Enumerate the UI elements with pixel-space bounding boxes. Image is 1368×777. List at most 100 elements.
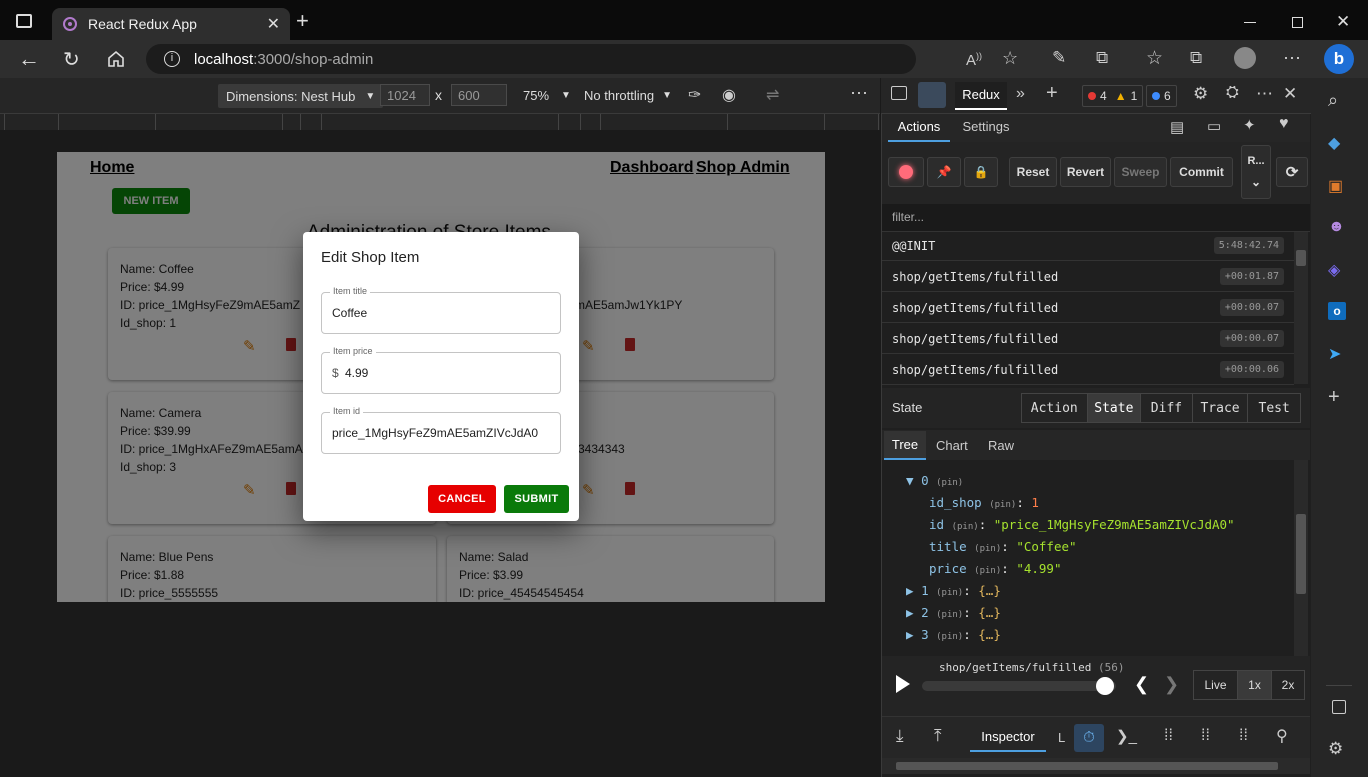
device-toggle-icon[interactable] <box>918 82 946 108</box>
rotate-icon[interactable]: ⇌ <box>766 85 779 105</box>
broadcast-icon[interactable]: ⚲ <box>1276 726 1288 746</box>
issues-count[interactable]: 6 <box>1146 85 1177 107</box>
item-title-field[interactable]: Item title Coffee <box>321 286 561 334</box>
width-input[interactable]: 1024 <box>380 84 430 106</box>
zoom-select[interactable]: 75% ▼ <box>523 88 571 103</box>
add-sidebar-app-icon[interactable]: + <box>1328 386 1348 408</box>
r-menu-button[interactable]: R... ⌄ <box>1241 145 1271 199</box>
settings-gear-icon[interactable]: ⚙ <box>1193 84 1208 104</box>
inspect-icon[interactable] <box>891 86 907 100</box>
avatar[interactable] <box>1234 47 1256 69</box>
speed-2x-button[interactable]: 2x <box>1272 671 1304 699</box>
height-input[interactable]: 600 <box>451 84 507 106</box>
reader-icon[interactable]: ▤ <box>1170 118 1184 136</box>
close-window-icon[interactable]: ✕ <box>1336 12 1350 32</box>
more-tabs-icon[interactable]: » <box>1016 85 1025 103</box>
tab-actions[interactable]: Actions <box>888 114 950 142</box>
revert-button[interactable]: Revert <box>1060 157 1111 187</box>
send-icon[interactable]: ➤ <box>1328 344 1348 364</box>
heart-icon[interactable]: ♥ <box>1279 115 1289 133</box>
item-price-field[interactable]: Item price $ 4.99 <box>321 346 561 394</box>
vision-icon[interactable]: ◉ <box>722 85 736 105</box>
tab-inspector[interactable]: Inspector <box>970 722 1046 752</box>
tree-leaf[interactable]: id_shop (pin): 1 <box>929 495 1039 510</box>
bing-icon[interactable]: b <box>1324 44 1354 74</box>
action-row[interactable]: shop/getItems/fulfilled +00:00.07 <box>882 293 1294 323</box>
filter-input[interactable]: filter... <box>882 204 1310 232</box>
url-field[interactable]: i localhost:3000/shop-admin <box>146 44 916 74</box>
new-tab-icon[interactable]: + <box>296 10 309 32</box>
speed-1x-button[interactable]: 1x <box>1238 671 1272 699</box>
tab-redux[interactable]: Redux <box>955 82 1007 110</box>
read-aloud-icon[interactable]: A)) <box>966 51 982 69</box>
action-row[interactable]: shop/getItems/fulfilled +00:00.06 <box>882 355 1294 385</box>
minimize-icon[interactable] <box>1244 22 1256 23</box>
tab-tree[interactable]: Tree <box>884 431 926 460</box>
add-tool-icon[interactable]: + <box>1046 82 1058 105</box>
import-icon[interactable]: ⤓ <box>896 726 904 746</box>
restore-icon[interactable] <box>1292 17 1303 28</box>
tree-node[interactable]: ▼ 0 (pin) <box>906 473 963 488</box>
record-button[interactable] <box>888 157 924 187</box>
step-back-icon[interactable]: ❮ <box>1134 674 1149 695</box>
tab-raw[interactable]: Raw <box>988 438 1014 453</box>
export-icon[interactable]: ⤒ <box>934 726 942 746</box>
tree-node[interactable]: ▶ 3 (pin): {…} <box>906 627 1001 642</box>
pen-icon[interactable]: ✎ <box>1052 48 1066 68</box>
customize-icon[interactable]: ⛭ <box>1226 84 1239 102</box>
home-icon[interactable] <box>106 49 126 69</box>
games-icon[interactable]: ◈ <box>1328 260 1348 280</box>
collections-icon[interactable]: ⧉ <box>1190 48 1202 68</box>
people-icon[interactable]: ☻ <box>1328 218 1348 238</box>
tab-state[interactable]: State <box>1087 394 1142 422</box>
sweep-button[interactable]: Sweep <box>1114 157 1167 187</box>
sync-button[interactable]: ⟳ <box>1276 157 1308 187</box>
grid2-icon[interactable]: ⁞⁞ <box>1201 727 1210 745</box>
tab-action[interactable]: Action <box>1022 394 1088 422</box>
pin-button[interactable]: 📌 <box>927 157 961 187</box>
tab-log[interactable]: L <box>1058 730 1065 745</box>
refresh-icon[interactable]: ↻ <box>63 47 80 72</box>
grid-icon[interactable]: ⁞⁞ <box>1164 727 1173 745</box>
cancel-button[interactable]: CANCEL <box>428 485 496 513</box>
tab-actions-icon[interactable] <box>16 14 32 28</box>
time-slider[interactable] <box>922 677 1116 695</box>
submit-button[interactable]: SUBMIT <box>504 485 569 513</box>
hide-sidebar-icon[interactable] <box>1332 700 1346 714</box>
lock-button[interactable]: 🔒 <box>964 157 998 187</box>
close-devtools-icon[interactable]: ✕ <box>1283 84 1297 104</box>
action-row[interactable]: shop/getItems/fulfilled +00:00.07 <box>882 324 1294 354</box>
action-row[interactable]: shop/getItems/fulfilled +00:01.87 <box>882 262 1294 292</box>
console-counts[interactable]: 4 ▲ 1 <box>1082 85 1144 107</box>
throttling-select[interactable]: No throttling ▼ <box>584 88 672 103</box>
tree-node[interactable]: ▶ 1 (pin): {…} <box>906 583 1001 598</box>
search-icon[interactable]: ⌕ <box>1328 90 1348 110</box>
extensions-icon[interactable]: ⧉ <box>1096 48 1108 68</box>
tab-chart[interactable]: Chart <box>936 438 968 453</box>
tree-leaf[interactable]: title (pin): "Coffee" <box>929 539 1077 554</box>
browser-tab[interactable]: React Redux App ✕ <box>52 8 290 40</box>
twitter-icon[interactable]: ✦ <box>1243 116 1256 134</box>
info-icon[interactable]: i <box>164 51 180 67</box>
reset-button[interactable]: Reset <box>1009 157 1057 187</box>
tree-node[interactable]: ▶ 2 (pin): {…} <box>906 605 1001 620</box>
favorites-icon[interactable]: ☆ <box>1146 47 1163 70</box>
outlook-icon[interactable]: o <box>1328 302 1346 320</box>
tab-diff[interactable]: Diff <box>1141 394 1193 422</box>
step-forward-icon[interactable]: ❯ <box>1164 674 1179 695</box>
more-vert-icon[interactable]: ⋯ <box>1256 84 1273 104</box>
sidebar-settings-icon[interactable]: ⚙ <box>1328 739 1348 759</box>
tree-scrollbar[interactable] <box>1294 460 1308 656</box>
horizontal-scrollbar[interactable] <box>882 758 1310 774</box>
commit-button[interactable]: Commit <box>1170 157 1233 187</box>
device-select[interactable]: Dimensions: Nest Hub ▼ <box>218 84 384 108</box>
chat-icon[interactable]: ▭ <box>1207 117 1221 135</box>
tab-settings[interactable]: Settings <box>956 114 1016 142</box>
more-options-icon[interactable]: ⋯ <box>850 83 868 104</box>
play-icon[interactable] <box>896 675 910 693</box>
action-row[interactable]: @@INIT 5:48:42.74 <box>882 231 1294 261</box>
tab-test[interactable]: Test <box>1248 394 1300 422</box>
tree-leaf[interactable]: id (pin): "price_1MgHsyFeZ9mAE5amZIVcJdA… <box>929 517 1235 532</box>
live-button[interactable]: Live <box>1194 671 1238 699</box>
tools-icon[interactable]: ▣ <box>1328 176 1348 196</box>
